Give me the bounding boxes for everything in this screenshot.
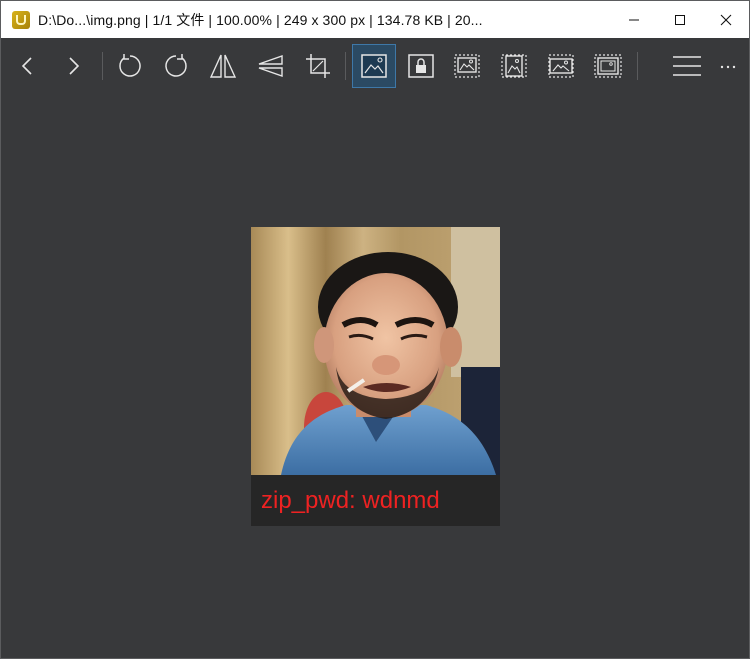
fill-window-button[interactable] [587, 45, 629, 87]
scale-to-height-button[interactable] [540, 45, 582, 87]
displayed-image[interactable]: zip_pwd: wdnmd [251, 227, 500, 526]
lock-zoom-button[interactable] [400, 45, 442, 87]
minimize-button[interactable] [611, 1, 657, 38]
flip-horizontal-icon [209, 54, 237, 78]
maximize-icon [675, 14, 685, 25]
window-controls [611, 1, 749, 38]
more-icon [720, 65, 736, 69]
toolbar [1, 38, 749, 94]
fill-window-icon [594, 54, 622, 78]
image-caption: zip_pwd: wdnmd [261, 487, 440, 514]
photo-illustration [251, 227, 500, 475]
flip-vertical-button[interactable] [249, 45, 291, 87]
image-viewer-window: D:\Do...\img.png | 1/1 文件 | 100.00% | 24… [0, 0, 750, 659]
title-bar[interactable]: D:\Do...\img.png | 1/1 文件 | 100.00% | 24… [1, 1, 749, 38]
crop-icon [306, 54, 330, 78]
rotate-left-button[interactable] [109, 45, 151, 87]
next-icon [69, 57, 80, 75]
close-icon [720, 14, 732, 25]
auto-zoom-icon [454, 54, 480, 78]
toolbar-separator [637, 52, 638, 80]
toolbar-separator [345, 52, 346, 80]
scale-to-height-icon [548, 54, 574, 78]
menu-button[interactable] [666, 45, 708, 87]
previous-icon [21, 57, 32, 75]
scale-to-width-button[interactable] [493, 45, 535, 87]
crop-button[interactable] [297, 45, 339, 87]
caption-band: zip_pwd: wdnmd [251, 475, 500, 526]
lock-zoom-icon [408, 54, 434, 78]
close-button[interactable] [703, 1, 749, 38]
image-viewer-app-icon [12, 10, 30, 29]
scale-to-width-icon [501, 54, 527, 78]
more-button[interactable] [709, 45, 747, 87]
window-title: D:\Do...\img.png | 1/1 文件 | 100.00% | 24… [38, 11, 483, 28]
rotate-left-icon [119, 54, 141, 77]
next-button[interactable] [52, 45, 94, 87]
auto-zoom-button[interactable] [446, 45, 488, 87]
rotate-right-button[interactable] [155, 45, 197, 87]
fit-window-icon [361, 54, 387, 78]
flip-horizontal-button[interactable] [202, 45, 244, 87]
flip-vertical-icon [258, 55, 283, 77]
image-canvas[interactable]: zip_pwd: wdnmd [1, 94, 749, 658]
maximize-button[interactable] [657, 1, 703, 38]
previous-button[interactable] [7, 45, 49, 87]
minimize-icon [629, 19, 639, 20]
menu-icon [673, 56, 701, 76]
rotate-right-icon [165, 54, 187, 77]
fit-window-button[interactable] [352, 44, 396, 88]
toolbar-separator [102, 52, 103, 80]
photo [251, 227, 500, 475]
